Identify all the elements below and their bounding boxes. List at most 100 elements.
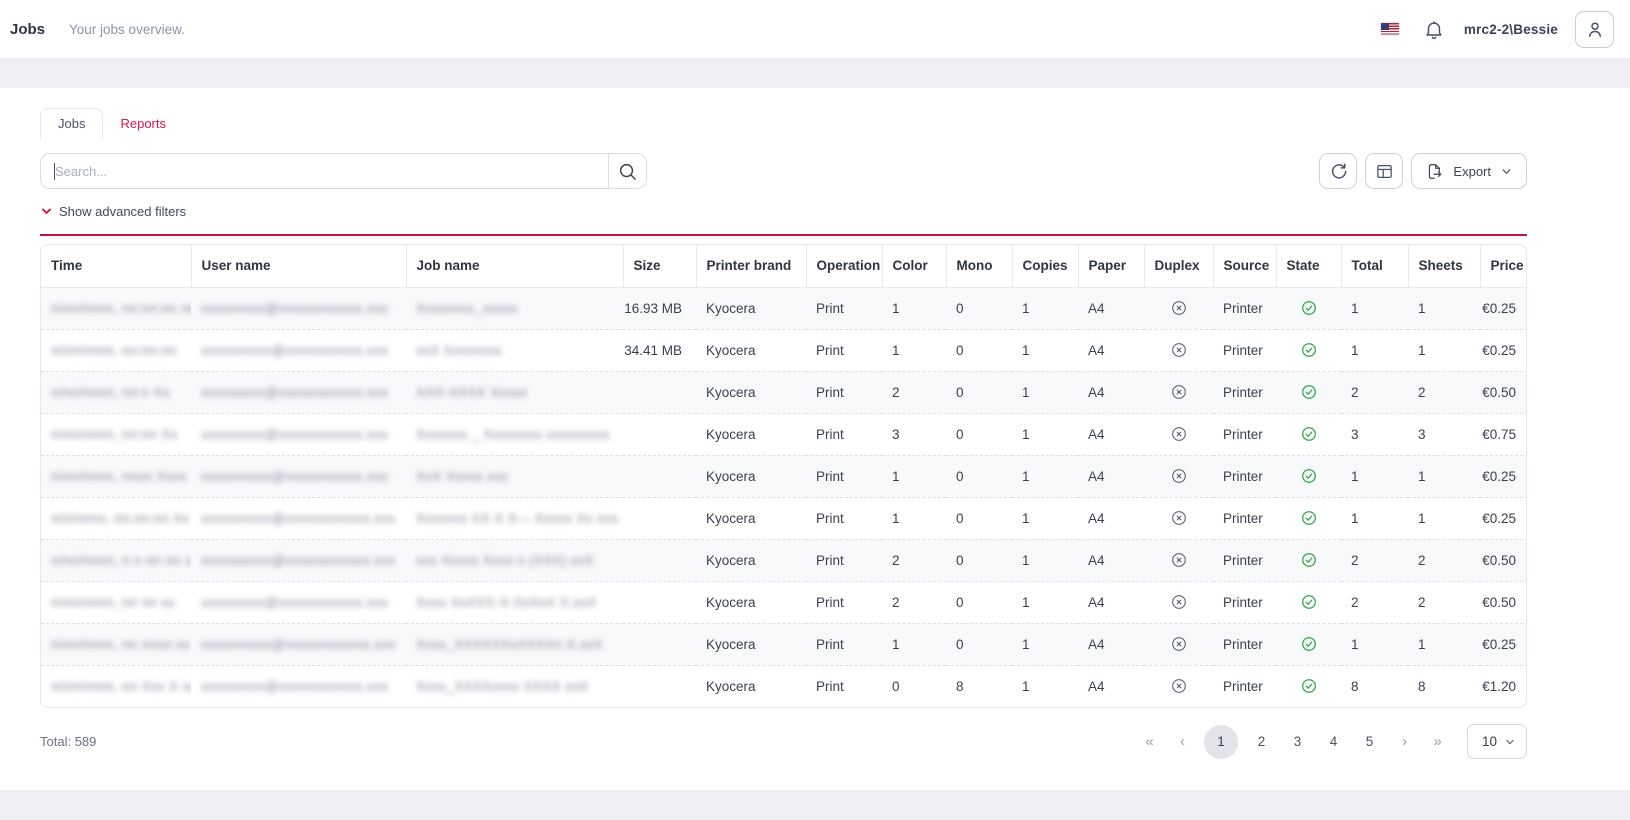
cell-price: €0.75 [1480,413,1527,455]
cell-source: Printer [1213,539,1276,581]
cell-copies: 1 [1012,539,1078,581]
cell-source: Printer [1213,329,1276,371]
cell-paper: A4 [1078,539,1144,581]
cell-printer-brand: Kyocera [696,455,806,497]
top-bar-right: mrc2-2\Bessie [1381,11,1614,48]
advanced-filters-toggle[interactable]: Show advanced filters [40,204,186,219]
col-header-printer-brand: Printer brand [696,245,806,287]
cell-operation: Print [806,287,882,329]
cell-source: Printer [1213,497,1276,539]
job-name-redacted: XxX Xxxxx xxx [416,469,508,484]
user-name-redacted: xxxxxxxxx@xxxxxxxxxxxx.xxx [201,595,388,610]
col-header-color: Color [882,245,946,287]
total-value: 589 [75,734,97,749]
time-redacted: n/nn/nnnn, nn Xxx X xx [51,679,191,694]
notifications-bell-icon[interactable] [1424,19,1444,40]
cell-size [623,581,696,623]
cell-operation: Print [806,623,882,665]
time-redacted: n/nn/nnnn, nn:nn Xx [51,427,178,442]
job-name-redacted: Xxxxxxxx_xxxxx [416,301,518,316]
cell-user-name: xxxxxxxxxx@xxxxxxxxxxxx.xxx [191,623,406,665]
time-redacted: n/nn/nnnn, n n nn nn x [51,553,191,568]
cell-mono: 0 [946,455,1012,497]
cell-time: n/nn/nnnn, n n nn nn x [41,539,191,581]
cell-paper: A4 [1078,413,1144,455]
cell-state [1276,665,1341,707]
page-subtitle: Your jobs overview. [69,22,185,37]
chevron-down-icon [1504,736,1516,748]
cell-printer-brand: Kyocera [696,329,806,371]
cell-sheets: 8 [1408,665,1480,707]
cell-printer-brand: Kyocera [696,287,806,329]
cell-price: €0.25 [1480,329,1527,371]
cell-duplex [1144,455,1213,497]
pagination-page-3[interactable]: 3 [1285,734,1310,749]
tab-reports[interactable]: Reports [103,109,183,139]
time-redacted: n/nn/nnnn, nn nn xx [51,595,175,610]
tab-jobs[interactable]: Jobs [40,108,103,139]
pagination-page-2[interactable]: 2 [1249,734,1274,749]
cell-operation: Print [806,329,882,371]
cell-color: 1 [882,329,946,371]
cell-job-name: Xxxx_XXXXXXxXXXXn.X.xxX [406,623,623,665]
search-button[interactable] [608,154,646,188]
red-divider [40,234,1527,236]
page-size-select[interactable]: 10 [1467,724,1527,759]
refresh-button[interactable] [1319,153,1357,189]
pagination-page-4[interactable]: 4 [1321,734,1346,749]
export-button[interactable]: Export [1411,153,1527,189]
cell-copies: 1 [1012,329,1078,371]
search-input[interactable] [41,154,608,188]
cell-color: 1 [882,455,946,497]
cell-state [1276,287,1341,329]
time-redacted: n/nn/nnnn, nn:n Xx [51,385,170,400]
cell-job-name: xxX Xxxxxxxx [406,329,623,371]
cell-paper: A4 [1078,455,1144,497]
duplex-off-icon [1144,636,1213,652]
search-icon [617,161,638,182]
language-flag-icon[interactable] [1381,23,1399,35]
job-name-redacted: xxx Xxxxx Xxxx n (XXX) xxX [416,553,594,568]
export-icon [1425,162,1444,181]
cell-time: n/nn/nnnn, nn:n Xx [41,371,191,413]
cell-price: €0.25 [1480,287,1527,329]
col-header-duplex: Duplex [1144,245,1213,287]
user-name-redacted: xxxxxxxxxx@xxxxxxxxxxx.xxx [201,469,388,484]
pagination-first-button[interactable]: « [1138,733,1160,750]
page-title: Jobs [10,21,45,38]
pagination: « ‹ 1 2 3 4 5 › » 10 [1138,724,1527,759]
cell-state [1276,329,1341,371]
pagination-page-5[interactable]: 5 [1357,734,1382,749]
cell-duplex [1144,497,1213,539]
pagination-next-button[interactable]: › [1393,733,1415,750]
jobs-table-body: n/nn/nnnn, nn:nn:nn nx xxxxxxxxx@xxxxxxx… [41,287,1527,707]
cell-copies: 1 [1012,413,1078,455]
export-label: Export [1453,164,1491,179]
user-name-redacted: xxxxxxxxxx@xxxxxxxxxxx.xxx [201,343,388,358]
cell-mono: 0 [946,371,1012,413]
user-name-redacted: xxxxxxxxx@xxxxxxxxxxxx.xxx [201,679,388,694]
cell-total: 1 [1341,497,1408,539]
cell-color: 1 [882,287,946,329]
cell-mono: 0 [946,497,1012,539]
cell-color: 1 [882,497,946,539]
cell-user-name: xxxxxxxxxx@xxxxxxxxxxx.xxx [191,455,406,497]
table-row: n/nn/nnnn, nn Xxx X xx xxxxxxxxx@xxxxxxx… [41,665,1527,707]
duplex-off-icon [1144,342,1213,358]
cell-total: 2 [1341,539,1408,581]
cell-copies: 1 [1012,581,1078,623]
table-row: n/nn/nnnn, nn:n Xx xxxxxxxxx@xxxxxxxxxxx… [41,371,1527,413]
pagination-prev-button[interactable]: ‹ [1171,733,1193,750]
cell-paper: A4 [1078,497,1144,539]
state-completed-icon [1276,300,1341,316]
jobs-card: Jobs Reports [0,88,1630,790]
time-redacted: n/nn/nnnn, nn:nn:nn nx [51,301,191,316]
pagination-page-1[interactable]: 1 [1204,725,1238,759]
cell-mono: 0 [946,287,1012,329]
total-count: Total: 589 [40,734,96,749]
profile-menu-button[interactable] [1575,11,1614,48]
columns-button[interactable] [1365,153,1403,189]
cell-printer-brand: Kyocera [696,371,806,413]
cell-operation: Print [806,455,882,497]
pagination-last-button[interactable]: » [1426,733,1448,750]
